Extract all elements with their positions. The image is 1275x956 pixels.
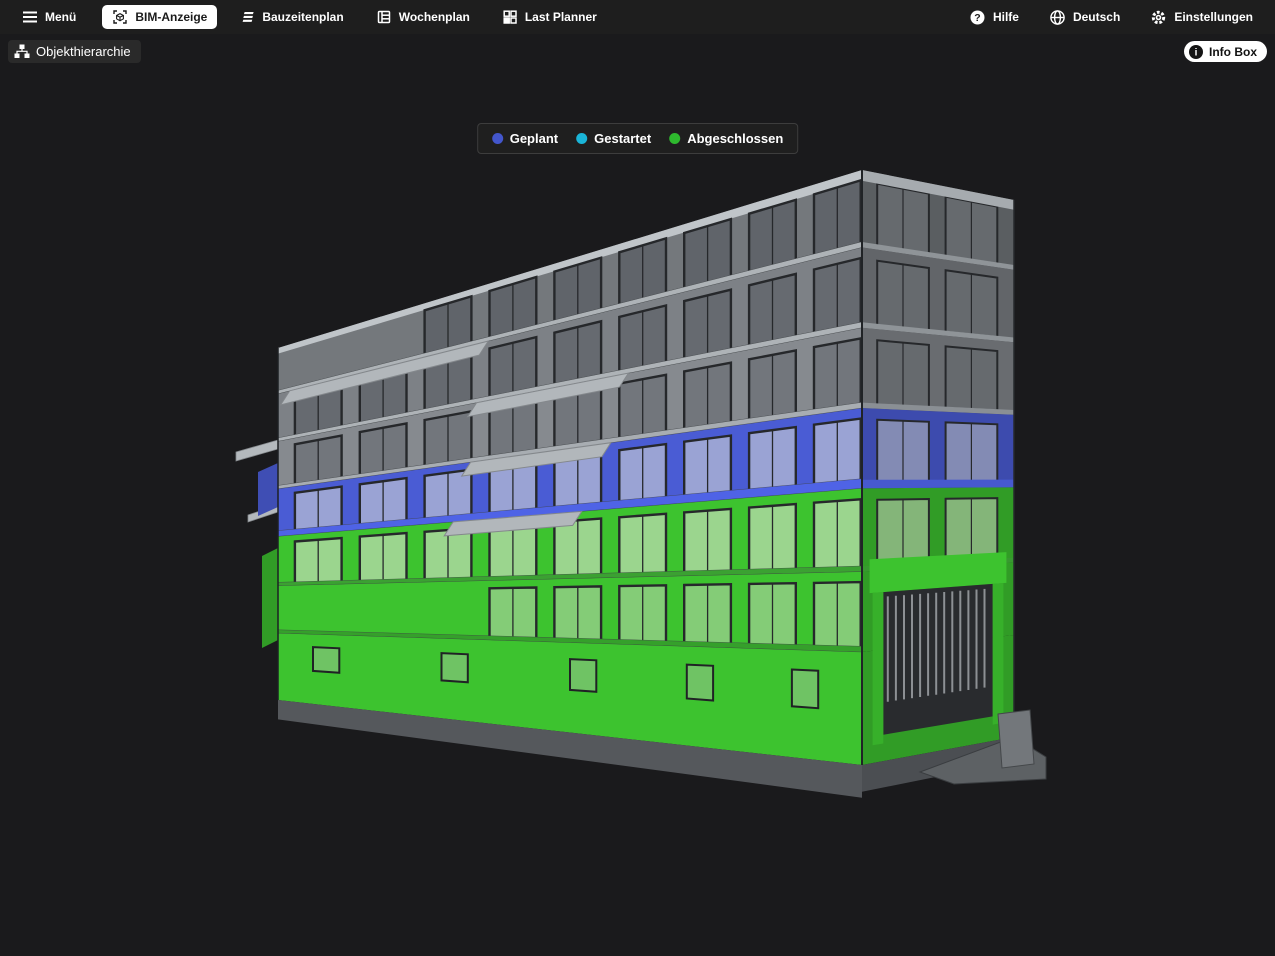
week-table-icon — [376, 9, 392, 25]
legend-dot-gestartet — [576, 133, 587, 144]
language-label: Deutsch — [1073, 10, 1120, 24]
gantt-lines-icon — [239, 9, 255, 25]
info-box-button[interactable]: i Info Box — [1184, 41, 1267, 62]
globe-icon — [1049, 9, 1066, 26]
tab-last-planner[interactable]: Last Planner — [492, 5, 607, 29]
bim-cube-icon — [112, 9, 128, 25]
svg-text:i: i — [1195, 47, 1198, 58]
legend-label-abgeschlossen: Abgeschlossen — [687, 131, 783, 146]
svg-text:?: ? — [974, 12, 980, 24]
status-legend: Geplant Gestartet Abgeschlossen — [477, 123, 799, 154]
tab-bauzeitenplan[interactable]: Bauzeitenplan — [229, 5, 353, 29]
hamburger-icon — [22, 10, 38, 24]
legend-label-geplant: Geplant — [510, 131, 558, 146]
legend-item-geplant: Geplant — [492, 131, 558, 146]
legend-label-gestartet: Gestartet — [594, 131, 651, 146]
topbar: Menü BIM-Anzeige Bauzeitenplan — [0, 0, 1275, 34]
settings-button[interactable]: Einstellungen — [1140, 5, 1263, 29]
tab-label: BIM-Anzeige — [135, 10, 207, 24]
tab-wochenplan[interactable]: Wochenplan — [366, 5, 480, 29]
legend-dot-geplant — [492, 133, 503, 144]
tab-label: Last Planner — [525, 10, 597, 24]
object-hierarchy-label: Objekthierarchie — [36, 44, 131, 59]
settings-label: Einstellungen — [1174, 10, 1253, 24]
help-icon: ? — [969, 9, 986, 26]
tab-label: Bauzeitenplan — [262, 10, 343, 24]
hierarchy-tree-icon — [14, 44, 30, 59]
tab-label: Wochenplan — [399, 10, 470, 24]
grid-icon — [502, 9, 518, 25]
info-box-label: Info Box — [1209, 45, 1257, 59]
legend-item-abgeschlossen: Abgeschlossen — [669, 131, 783, 146]
tab-bim-anzeige[interactable]: BIM-Anzeige — [102, 5, 217, 29]
info-icon: i — [1188, 44, 1204, 60]
menu-label: Menü — [45, 10, 76, 24]
menu-button[interactable]: Menü — [12, 5, 86, 29]
help-label: Hilfe — [993, 10, 1019, 24]
help-button[interactable]: ? Hilfe — [959, 5, 1029, 29]
language-button[interactable]: Deutsch — [1039, 5, 1130, 29]
legend-dot-abgeschlossen — [669, 133, 680, 144]
gear-icon — [1150, 9, 1167, 26]
legend-item-gestartet: Gestartet — [576, 131, 651, 146]
object-hierarchy-button[interactable]: Objekthierarchie — [8, 40, 141, 63]
